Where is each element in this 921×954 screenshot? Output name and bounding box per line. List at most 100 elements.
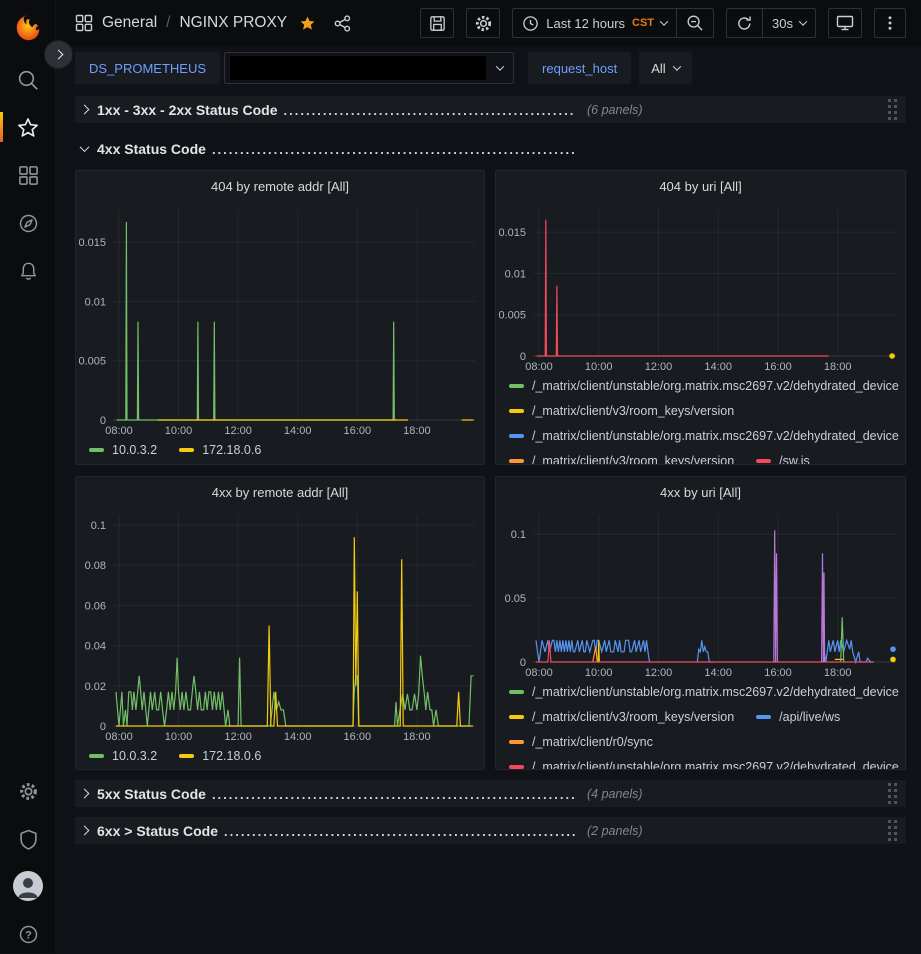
datasource-variable-label[interactable]: DS_PROMETHEUS [75,52,220,84]
svg-text:0.02: 0.02 [85,681,106,693]
sidebar-item-alerting[interactable] [0,251,56,291]
panel-4xx-by-remote-addr: 4xx by remote addr [All] 08:0010:0012:00… [75,476,485,770]
request-host-variable-select[interactable]: All [639,52,691,84]
more-options-button[interactable] [874,8,906,38]
sidebar-item-configuration[interactable] [0,771,56,811]
breadcrumb-separator: / [166,14,170,32]
request-host-value: All [651,61,665,76]
sidebar-item-help[interactable]: ? [0,914,56,954]
sidebar-item-profile[interactable] [0,866,56,906]
legend-label: /_matrix/client/unstable/org.matrix.msc2… [532,760,899,771]
legend-swatch [509,459,524,463]
svg-text:0.1: 0.1 [511,529,526,541]
gear-icon [474,14,493,33]
legend-label: /_matrix/client/r0/sync [532,735,653,749]
sidebar-item-server-admin[interactable] [0,819,56,859]
grafana-logo[interactable] [0,8,56,48]
bell-icon [18,261,39,282]
row-header-6xx[interactable]: 6xx > Status Code ......................… [75,817,906,844]
favorite-star-icon[interactable] [299,15,316,32]
legend-item[interactable]: /sw.js [756,454,810,466]
legend-item[interactable]: 10.0.3.2 [89,749,157,763]
save-dashboard-button[interactable] [420,8,454,38]
legend-item[interactable]: /_matrix/client/unstable/org.matrix.msc2… [509,429,899,443]
breadcrumb-section[interactable]: General [102,14,157,32]
row-header-1xx-3xx-2xx[interactable]: 1xx - 3xx - 2xx Status Code ............… [75,96,906,123]
chevron-right-icon [80,105,90,115]
chevron-right-icon [54,50,64,60]
legend-item[interactable]: /_matrix/client/v3/room_keys/version [509,710,734,724]
tv-mode-button[interactable] [828,8,862,38]
row-title: 1xx - 3xx - 2xx Status Code [97,102,278,118]
chart-plot-area[interactable]: 08:0010:0012:0014:0016:0018:0000.050.1 [496,507,905,679]
svg-text:08:00: 08:00 [105,731,133,743]
row-drag-handle[interactable] [888,99,898,120]
svg-text:12:00: 12:00 [645,361,673,373]
kebab-menu-icon [881,14,899,32]
breadcrumb-dashboard-title[interactable]: NGINX PROXY [179,14,287,32]
zoom-out-button[interactable] [676,9,713,37]
chart-plot-area[interactable]: 08:0010:0012:0014:0016:0018:0000.0050.01… [496,201,905,373]
share-icon[interactable] [333,14,352,33]
row-title: 4xx Status Code [97,141,206,157]
compass-icon [18,213,39,234]
legend-item[interactable]: /_matrix/client/unstable/org.matrix.msc2… [509,685,899,699]
legend-item[interactable]: 172.18.0.6 [179,443,261,457]
panel-title[interactable]: 4xx by remote addr [All] [76,477,484,507]
time-range-label: Last 12 hours [546,16,625,31]
legend-item[interactable]: 10.0.3.2 [89,443,157,457]
grafana-logo-icon [13,13,43,43]
time-range-picker[interactable]: Last 12 hours CST [513,9,676,37]
legend-item[interactable]: /_matrix/client/r0/sync [509,735,653,749]
panel-title[interactable]: 404 by uri [All] [496,171,905,201]
legend-swatch [509,715,524,719]
chart-legend: 10.0.3.2 172.18.0.6 [76,743,484,769]
breadcrumb: General / NGINX PROXY [75,14,352,33]
legend-label: /_matrix/client/v3/room_keys/version [532,710,734,724]
legend-swatch [89,448,104,452]
legend-item[interactable]: /_matrix/client/unstable/org.matrix.msc2… [509,760,899,771]
row-drag-handle[interactable] [888,820,898,841]
legend-label: 10.0.3.2 [112,749,157,763]
svg-text:0.08: 0.08 [85,560,106,572]
svg-text:14:00: 14:00 [284,425,312,437]
top-navbar: General / NGINX PROXY Last 12 [56,0,921,46]
refresh-button[interactable] [727,9,762,37]
legend-swatch [179,754,194,758]
legend-item[interactable]: /_matrix/client/v3/room_keys/version [509,454,734,466]
row-drag-handle[interactable] [888,783,898,804]
chart-plot-area[interactable]: 08:0010:0012:0014:0016:0018:0000.0050.01… [76,201,484,437]
svg-text:0: 0 [520,351,526,363]
row-panel-count: (2 panels) [587,824,643,838]
svg-text:16:00: 16:00 [764,667,792,679]
expand-sidebar-button[interactable] [44,40,73,69]
chart-plot-area[interactable]: 08:0010:0012:0014:0016:0018:0000.020.040… [76,507,484,743]
row-title: 6xx > Status Code [97,823,218,839]
legend-item[interactable]: /_matrix/client/unstable/org.matrix.msc2… [509,379,899,393]
svg-text:12:00: 12:00 [224,425,252,437]
svg-text:10:00: 10:00 [165,425,193,437]
shield-icon [18,829,39,850]
svg-text:0: 0 [520,657,526,669]
sidebar-item-search[interactable] [0,60,56,100]
row-header-4xx[interactable]: 4xx Status Code ........................… [75,135,906,162]
datasource-variable-select[interactable] [224,52,514,84]
legend-item[interactable]: 172.18.0.6 [179,749,261,763]
legend-item[interactable]: /_matrix/client/v3/room_keys/version [509,404,734,418]
legend-swatch [756,715,771,719]
dashboard-canvas: 1xx - 3xx - 2xx Status Code ............… [56,90,921,953]
request-host-variable-label[interactable]: request_host [528,52,631,84]
svg-text:0.06: 0.06 [85,600,106,612]
legend-item[interactable]: /api/live/ws [756,710,840,724]
sidebar-item-explore[interactable] [0,203,56,243]
sidebar-item-dashboards[interactable] [0,155,56,195]
panel-title[interactable]: 4xx by uri [All] [496,477,905,507]
svg-text:0: 0 [100,721,106,733]
panel-title[interactable]: 404 by remote addr [All] [76,171,484,201]
svg-text:18:00: 18:00 [824,361,852,373]
dashboard-settings-button[interactable] [466,8,500,38]
panel-4xx-by-uri: 4xx by uri [All] 08:0010:0012:0014:0016:… [495,476,906,770]
sidebar-item-starred[interactable] [0,108,56,148]
row-header-5xx[interactable]: 5xx Status Code ........................… [75,780,906,807]
refresh-interval-picker[interactable]: 30s [762,9,815,37]
